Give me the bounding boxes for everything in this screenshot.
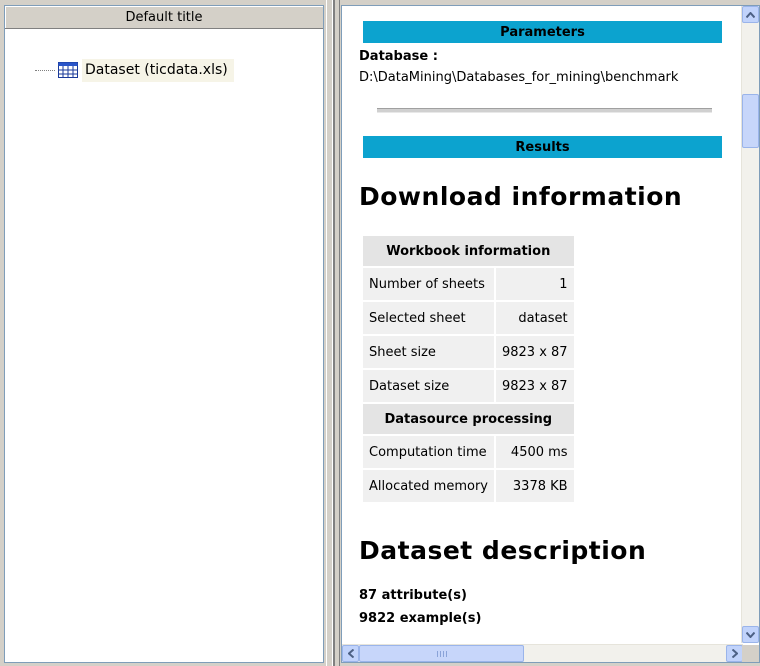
results-header: Results [363, 136, 722, 158]
row-label: Allocated memory [363, 470, 494, 502]
scroll-down-button[interactable] [742, 626, 759, 643]
pane-splitter[interactable] [326, 0, 340, 666]
table-row: Sheet size 9823 x 87 [363, 336, 574, 368]
datasource-processing-header: Datasource processing [363, 404, 574, 434]
horizontal-scroll-thumb[interactable] [359, 645, 524, 662]
up-arrow-icon [746, 11, 755, 18]
tree-node-dataset[interactable]: Dataset (ticdata.xls) [35, 55, 234, 85]
dataset-description-heading: Dataset description [359, 536, 647, 565]
download-information-heading: Download information [359, 182, 683, 211]
horizontal-scrollbar[interactable] [342, 644, 743, 662]
row-value: dataset [495, 302, 574, 334]
database-path: D:\DataMining\Databases_for_mining\bench… [359, 70, 679, 85]
results-panel: Parameters Database : D:\DataMining\Data… [341, 5, 760, 663]
workbook-info-header: Workbook information [363, 236, 574, 266]
left-arrow-icon [347, 649, 354, 658]
tree-panel-title: Default title [5, 6, 323, 29]
table-icon [58, 62, 78, 78]
table-row: Number of sheets 1 [363, 268, 574, 300]
tree-node-label[interactable]: Dataset (ticdata.xls) [82, 58, 234, 82]
table-row: Selected sheet dataset [363, 302, 574, 334]
examples-count: 9822 example(s) [359, 611, 482, 626]
tree-connector [35, 69, 55, 71]
row-label: Sheet size [363, 336, 494, 368]
parameters-header: Parameters [363, 21, 722, 43]
row-value: 4500 ms [495, 436, 574, 468]
row-label: Number of sheets [363, 268, 494, 300]
row-value: 3378 KB [495, 470, 574, 502]
row-value: 1 [495, 268, 574, 300]
tree-panel: Default title Dataset (ticdata.xls) [4, 5, 324, 663]
table-row: Computation time 4500 ms [363, 436, 574, 468]
scroll-up-button[interactable] [742, 6, 759, 23]
database-label: Database : [359, 49, 438, 64]
scroll-left-button[interactable] [342, 645, 359, 662]
vertical-scroll-thumb[interactable] [742, 94, 759, 148]
row-label: Dataset size [363, 370, 494, 402]
scrollbar-corner [742, 645, 759, 662]
splitter-grip [332, 0, 335, 666]
right-arrow-icon [731, 649, 738, 658]
results-content: Parameters Database : D:\DataMining\Data… [342, 6, 743, 643]
row-label: Computation time [363, 436, 494, 468]
row-label: Selected sheet [363, 302, 494, 334]
workbook-info-table: Workbook information Number of sheets 1 … [361, 234, 576, 504]
row-value: 9823 x 87 [495, 370, 574, 402]
scroll-right-button[interactable] [726, 645, 743, 662]
table-row: Allocated memory 3378 KB [363, 470, 574, 502]
separator [377, 108, 712, 113]
row-value: 9823 x 87 [495, 336, 574, 368]
grip-icon [436, 650, 447, 657]
down-arrow-icon [746, 631, 755, 638]
vertical-scrollbar[interactable] [741, 6, 759, 643]
attributes-count: 87 attribute(s) [359, 588, 467, 603]
table-row: Dataset size 9823 x 87 [363, 370, 574, 402]
